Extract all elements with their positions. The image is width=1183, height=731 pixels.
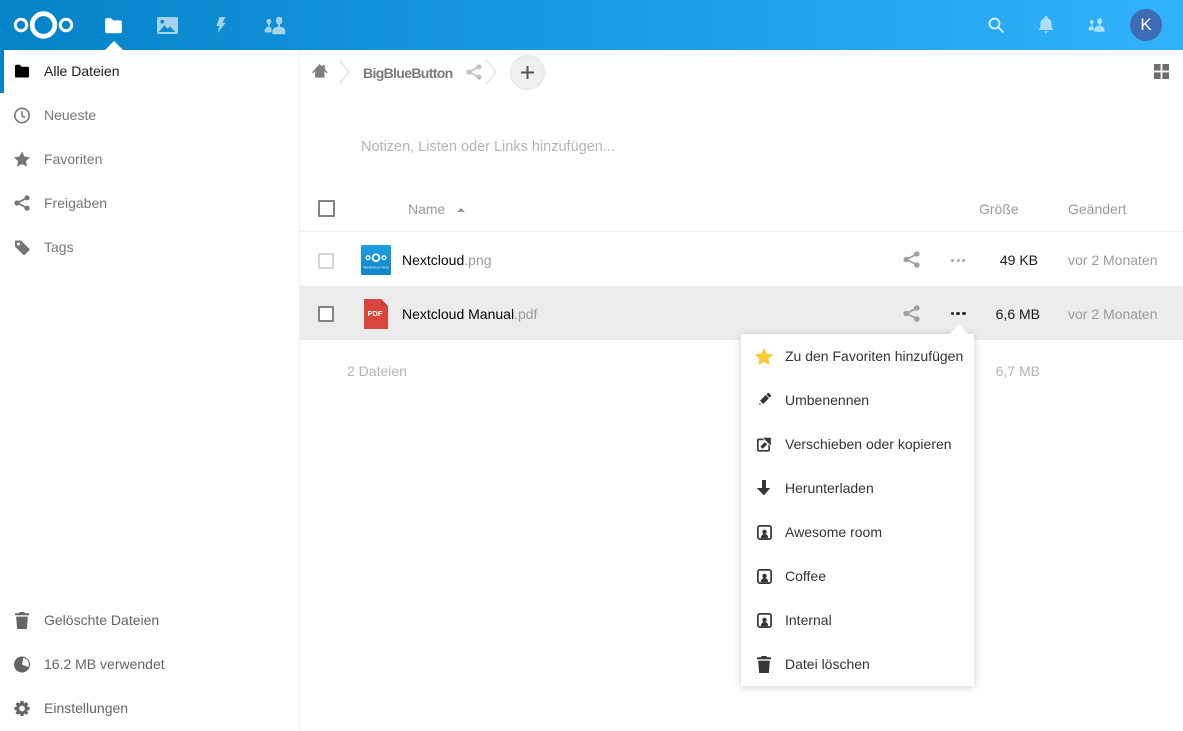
svg-text:PDF: PDF (368, 309, 383, 318)
svg-text:Nextcloud Hub: Nextcloud Hub (363, 265, 389, 270)
